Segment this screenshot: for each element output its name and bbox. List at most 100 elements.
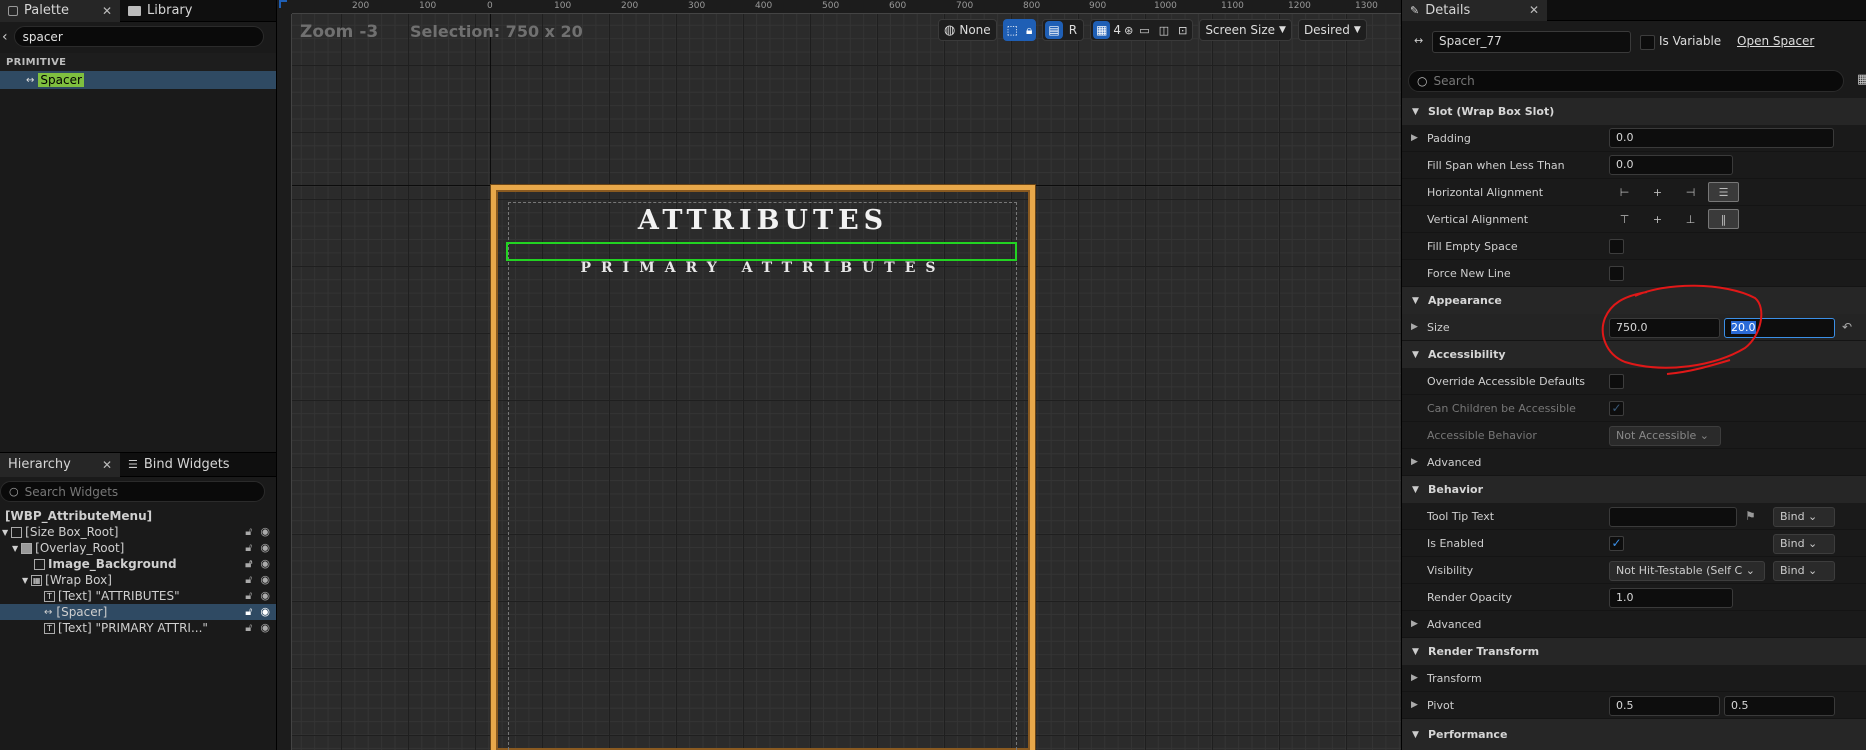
palette-item-spacer[interactable]: ↔ Spacer — [0, 71, 276, 89]
ruler-tick: 600 — [889, 1, 907, 11]
tooltip-bind-button[interactable]: Bind ⌄ — [1773, 507, 1835, 527]
lock-icon[interactable]: 🔓︎ — [245, 605, 252, 619]
grid-icon[interactable]: ▦ — [1093, 21, 1111, 39]
lock-icon[interactable]: 🔓︎ — [245, 621, 252, 635]
lock-icon[interactable]: 🔓︎ — [245, 557, 252, 571]
prop-label: Padding — [1427, 131, 1471, 145]
is-enabled-checkbox[interactable]: ✓ — [1609, 536, 1624, 551]
align-top-icon[interactable]: ⊤ — [1609, 209, 1640, 229]
screen-size-dropdown[interactable]: Screen Size ▼ — [1199, 19, 1292, 41]
respect-locks-group[interactable]: ▤ R — [1042, 19, 1085, 41]
padding-input[interactable]: 0.0 — [1609, 128, 1834, 148]
expand-arrow-icon[interactable]: ▶ — [1411, 322, 1418, 332]
prop-advanced-behavior[interactable]: ▶ Advanced — [1402, 611, 1866, 638]
category-behavior[interactable]: ▼ Behavior — [1402, 476, 1866, 503]
pivot-x-input[interactable]: 0.5 — [1609, 696, 1720, 716]
flag-icon[interactable]: ⚑ — [1745, 509, 1756, 523]
close-icon[interactable]: ✕ — [102, 4, 112, 18]
lock-icon[interactable]: 🔓︎ — [245, 525, 252, 539]
ruler-tick: 1200 — [1288, 1, 1311, 11]
grid-group[interactable]: ▦ 4 ⊛ ▭ ◫ ⊡ — [1090, 19, 1194, 41]
prop-transform[interactable]: ▶ Transform — [1402, 665, 1866, 692]
hierarchy-search-input[interactable]: ○ Search Widgets — [0, 481, 265, 502]
category-slot[interactable]: ▼ Slot (Wrap Box Slot) — [1402, 98, 1866, 125]
tree-row[interactable]: ▼ [Overlay_Root] 🔓︎ ◉ — [0, 540, 276, 556]
attributes-title[interactable]: ATTRIBUTES — [491, 205, 1035, 236]
prop-label: Pivot — [1427, 698, 1455, 712]
expand-arrow-icon[interactable]: ▶ — [1411, 457, 1418, 467]
eye-icon[interactable]: ◉ — [260, 557, 270, 571]
visibility-bind-button[interactable]: Bind ⌄ — [1773, 561, 1835, 581]
align-right-icon[interactable]: ⊣ — [1675, 182, 1706, 202]
image-preview-icon[interactable]: ▭ — [1136, 24, 1152, 37]
tree-row[interactable]: ▼ ▦ [Wrap Box] 🔓︎ ◉ — [0, 572, 276, 588]
back-chevron-icon[interactable]: ‹ — [2, 29, 8, 45]
prop-padding: ▶ Padding 0.0 — [1402, 125, 1866, 152]
render-opacity-input[interactable]: 1.0 — [1609, 588, 1733, 608]
reset-arrow-icon[interactable]: ↶ — [1842, 320, 1852, 334]
tab-library[interactable]: Library — [120, 0, 200, 22]
spacer-selection-box[interactable] — [506, 242, 1017, 261]
eye-icon[interactable]: ◉ — [260, 573, 270, 587]
pivot-y-input[interactable]: 0.5 — [1724, 696, 1835, 716]
close-icon[interactable]: ✕ — [1529, 3, 1539, 17]
tooltip-input[interactable] — [1609, 507, 1737, 527]
tree-row[interactable]: T [Text] "PRIMARY ATTRI..." 🔓︎ ◉ — [0, 620, 276, 636]
lock-icon[interactable]: 🔓︎ — [245, 573, 252, 587]
eye-icon[interactable]: ◉ — [260, 605, 270, 619]
desired-dropdown[interactable]: Desired ▼ — [1297, 19, 1367, 41]
is-enabled-bind-button[interactable]: Bind ⌄ — [1773, 534, 1835, 554]
close-icon[interactable]: ✕ — [102, 458, 112, 472]
align-fill-icon[interactable]: ☰ — [1708, 182, 1739, 202]
tree-row[interactable]: ▼ [Size Box_Root] 🔓︎ ◉ — [0, 524, 276, 540]
cursor-icon[interactable]: ⊛ — [1124, 24, 1133, 37]
localization-button[interactable]: ◍ None — [938, 19, 997, 41]
eye-icon[interactable]: ◉ — [260, 541, 270, 555]
list-toggle-icon[interactable]: ▤ — [1045, 21, 1063, 39]
collapse-arrow-icon[interactable]: ▼ — [2, 528, 8, 537]
expand-arrow-icon[interactable]: ▶ — [1411, 700, 1418, 710]
tab-bind-widgets[interactable]: ☰ Bind Widgets — [120, 453, 238, 477]
eye-icon[interactable]: ◉ — [260, 525, 270, 539]
tab-hierarchy[interactable]: Hierarchy ✕ — [0, 452, 120, 477]
details-search-input[interactable]: ○ Search — [1408, 70, 1844, 92]
tree-row-selected[interactable]: ↔ [Spacer] 🔓︎ ◉ — [0, 604, 276, 620]
category-performance[interactable]: ▼ Performance — [1402, 719, 1866, 750]
lock-icon[interactable]: 🔓︎ — [245, 589, 252, 603]
expand-arrow-icon[interactable]: ▶ — [1411, 619, 1418, 629]
align-vfill-icon[interactable]: ‖ — [1708, 209, 1739, 229]
align-left-icon[interactable]: ⊢ — [1609, 182, 1640, 202]
is-variable-checkbox[interactable] — [1640, 35, 1655, 50]
frame-icon[interactable]: ⊡ — [1175, 24, 1190, 37]
open-spacer-link[interactable]: Open Spacer — [1737, 34, 1814, 48]
visibility-dropdown[interactable]: Not Hit-Testable (Self C ⌄ — [1609, 561, 1765, 581]
widget-name-input[interactable]: Spacer_77 — [1432, 31, 1631, 53]
primary-attributes-text[interactable]: PRIMARY ATTRIBUTES — [491, 260, 1035, 276]
collapse-arrow-icon[interactable]: ▼ — [12, 544, 18, 553]
palette-item-label: Spacer — [38, 73, 84, 87]
prop-advanced[interactable]: ▶ Advanced — [1402, 449, 1866, 476]
expand-arrow-icon[interactable]: ▶ — [1411, 673, 1418, 683]
align-middle-icon[interactable]: + — [1642, 209, 1673, 229]
flipbook-icon[interactable]: ◫ — [1156, 24, 1172, 37]
lock-toggle-button[interactable]: ⬚ 🔒︎ — [1002, 19, 1037, 41]
category-render-transform[interactable]: ▼ Render Transform — [1402, 638, 1866, 665]
align-bottom-icon[interactable]: ⊥ — [1675, 209, 1706, 229]
eye-icon[interactable]: ◉ — [260, 589, 270, 603]
tree-row[interactable]: Image_Background 🔓︎ ◉ — [0, 556, 276, 572]
collapse-arrow-icon[interactable]: ▼ — [22, 576, 28, 585]
image-icon — [34, 558, 45, 570]
fill-span-input[interactable]: 0.0 — [1609, 155, 1733, 175]
tree-row[interactable]: T [Text] "ATTRIBUTES" 🔓︎ ◉ — [0, 588, 276, 604]
eye-icon[interactable]: ◉ — [260, 621, 270, 635]
prop-render-opacity: Render Opacity 1.0 — [1402, 584, 1866, 611]
grid-view-icon[interactable]: ▦ — [1857, 72, 1866, 87]
lock-icon[interactable]: 🔓︎ — [245, 541, 252, 555]
tab-palette[interactable]: Palette ✕ — [0, 0, 120, 22]
palette-search-input[interactable]: spacer — [13, 26, 264, 47]
fill-empty-checkbox[interactable] — [1609, 239, 1624, 254]
align-center-icon[interactable]: + — [1642, 182, 1673, 202]
hierarchy-root[interactable]: [WBP_AttributeMenu] — [0, 508, 276, 524]
expand-arrow-icon[interactable]: ▶ — [1411, 133, 1418, 143]
tab-details[interactable]: ✎ Details ✕ — [1402, 0, 1547, 21]
